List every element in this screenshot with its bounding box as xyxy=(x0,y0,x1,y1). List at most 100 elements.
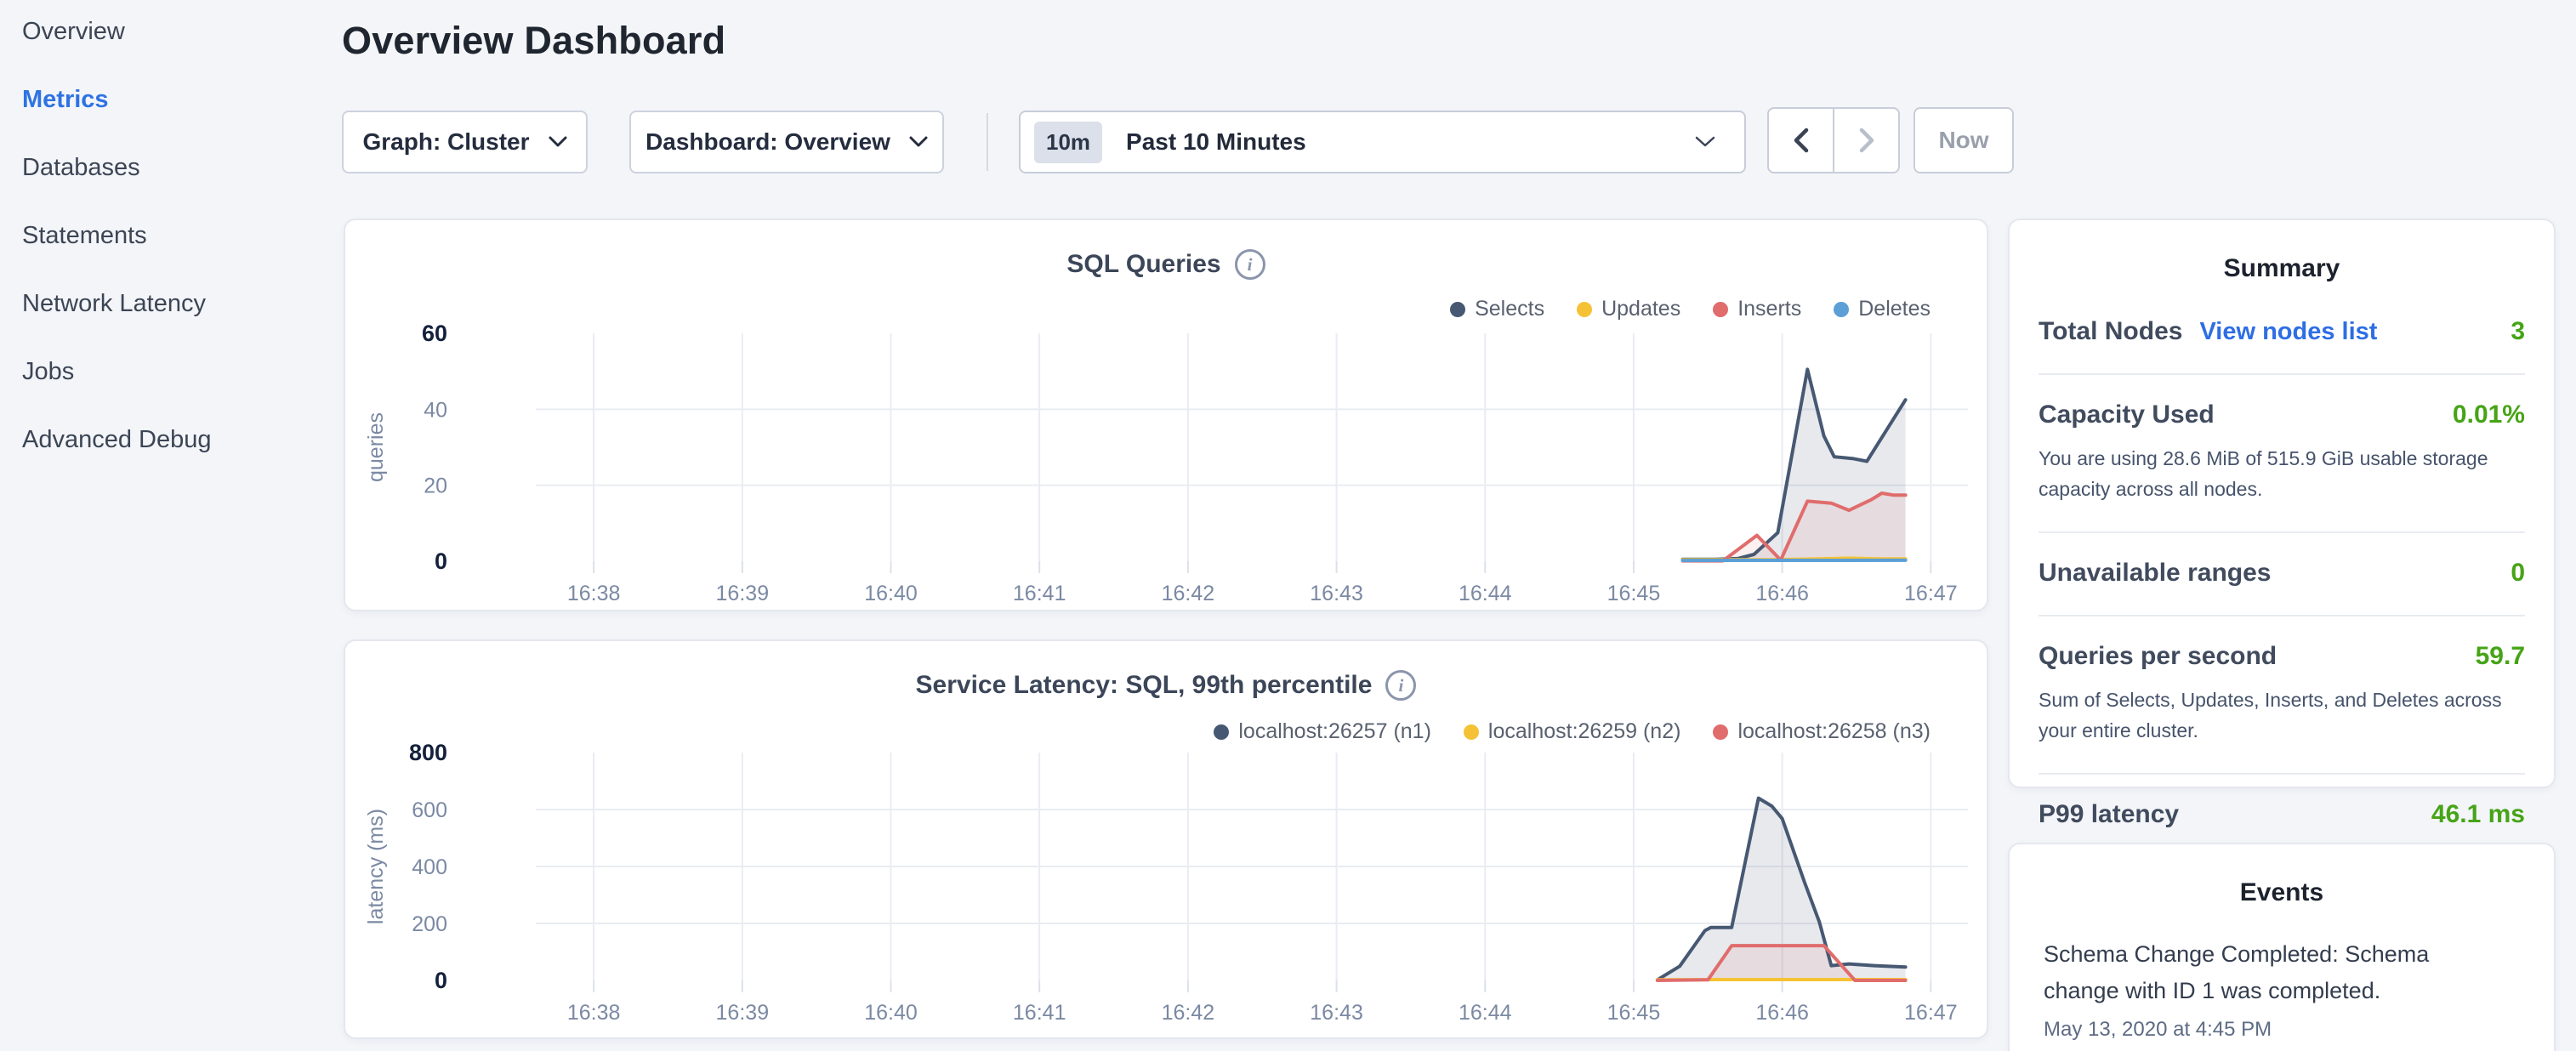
svg-text:40: 40 xyxy=(424,398,447,422)
svg-text:800: 800 xyxy=(409,740,447,765)
chevron-left-icon xyxy=(1794,128,1809,153)
svg-text:16:40: 16:40 xyxy=(864,1001,918,1025)
svg-text:16:47: 16:47 xyxy=(1904,582,1958,605)
time-prev-button[interactable] xyxy=(1769,109,1834,172)
svg-text:16:40: 16:40 xyxy=(864,582,918,605)
summary-label: Capacity Used xyxy=(2039,401,2215,429)
summary-row-capacity-used: Capacity Used 0.01% You are using 28.6 M… xyxy=(2039,375,2525,533)
svg-text:16:43: 16:43 xyxy=(1310,1001,1363,1025)
legend-label: localhost:26259 (n2) xyxy=(1488,719,1681,744)
chart-legend: Selects Updates Inserts Deletes xyxy=(1450,297,1931,321)
legend-label: localhost:26257 (n1) xyxy=(1238,719,1431,744)
view-nodes-list-link[interactable]: View nodes list xyxy=(2199,318,2377,346)
legend-label: Deletes xyxy=(1858,297,1931,321)
legend-item[interactable]: Updates xyxy=(1577,297,1680,321)
svg-text:16:42: 16:42 xyxy=(1162,1001,1215,1025)
events-title: Events xyxy=(2010,844,2554,907)
info-icon[interactable]: i xyxy=(1385,670,1416,701)
graph-dropdown-label: Graph: Cluster xyxy=(362,128,529,156)
summary-description: You are using 28.6 MiB of 515.9 GiB usab… xyxy=(2039,443,2525,504)
legend-item[interactable]: Deletes xyxy=(1834,297,1931,321)
svg-text:400: 400 xyxy=(412,855,447,879)
sidebar-item-overview[interactable]: Overview xyxy=(0,0,344,65)
summary-label: Total Nodes xyxy=(2039,317,2182,346)
legend-dot xyxy=(1713,724,1728,740)
time-range-badge: 10m xyxy=(1034,122,1102,163)
svg-text:queries: queries xyxy=(364,412,388,482)
legend-item[interactable]: localhost:26257 (n1) xyxy=(1214,719,1431,744)
svg-text:16:38: 16:38 xyxy=(567,582,621,605)
page-title: Overview Dashboard xyxy=(342,19,725,63)
chart-legend: localhost:26257 (n1) localhost:26259 (n2)… xyxy=(1214,719,1931,744)
sidebar: OverviewMetricsDatabasesStatementsNetwor… xyxy=(0,0,344,474)
time-range-dropdown[interactable]: 10m Past 10 Minutes xyxy=(1019,111,1746,173)
sidebar-item-metrics[interactable]: Metrics xyxy=(0,65,344,134)
sidebar-item-jobs[interactable]: Jobs xyxy=(0,338,344,406)
summary-row-queries-per-second: Queries per second 59.7 Sum of Selects, … xyxy=(2039,616,2525,775)
summary-row-total-nodes: Total Nodes View nodes list 3 xyxy=(2039,292,2525,375)
svg-text:16:44: 16:44 xyxy=(1459,582,1512,605)
legend-label: Updates xyxy=(1601,297,1680,321)
summary-value: 0 xyxy=(2511,559,2525,588)
summary-value: 46.1 ms xyxy=(2431,800,2525,829)
sidebar-item-statements[interactable]: Statements xyxy=(0,202,344,270)
sidebar-item-databases[interactable]: Databases xyxy=(0,134,344,202)
svg-text:16:38: 16:38 xyxy=(567,1001,621,1025)
chevron-down-icon xyxy=(1695,136,1715,148)
summary-panel: Summary Total Nodes View nodes list 3 Ca… xyxy=(2008,219,2556,788)
svg-text:16:41: 16:41 xyxy=(1013,1001,1066,1025)
event-item[interactable]: Schema Change Completed: Schema change w… xyxy=(2010,907,2554,1042)
svg-text:0: 0 xyxy=(435,548,447,574)
legend-item[interactable]: localhost:26258 (n3) xyxy=(1713,719,1931,744)
legend-item[interactable]: Inserts xyxy=(1713,297,1801,321)
legend-dot xyxy=(1713,302,1728,317)
event-text: Schema Change Completed: Schema change w… xyxy=(2044,936,2469,1009)
controls-divider xyxy=(987,113,988,171)
legend-item[interactable]: Selects xyxy=(1450,297,1544,321)
time-nav-group xyxy=(1767,107,1900,173)
svg-text:60: 60 xyxy=(422,321,447,346)
legend-dot xyxy=(1214,724,1229,740)
svg-text:16:39: 16:39 xyxy=(716,1001,770,1025)
svg-text:latency (ms): latency (ms) xyxy=(364,809,388,924)
svg-text:16:42: 16:42 xyxy=(1162,582,1215,605)
svg-text:200: 200 xyxy=(412,912,447,936)
time-next-button[interactable] xyxy=(1834,109,1898,172)
chevron-right-icon xyxy=(1859,128,1874,153)
svg-text:16:44: 16:44 xyxy=(1459,1001,1512,1025)
legend-dot xyxy=(1450,302,1465,317)
now-button[interactable]: Now xyxy=(1914,107,2014,173)
chevron-down-icon xyxy=(549,136,567,148)
svg-text:16:45: 16:45 xyxy=(1607,582,1661,605)
svg-text:16:46: 16:46 xyxy=(1755,582,1809,605)
summary-description: Sum of Selects, Updates, Inserts, and De… xyxy=(2039,685,2525,746)
legend-dot xyxy=(1834,302,1849,317)
sidebar-item-network-latency[interactable]: Network Latency xyxy=(0,270,344,338)
svg-text:16:39: 16:39 xyxy=(716,582,770,605)
legend-dot xyxy=(1577,302,1592,317)
sidebar-list: OverviewMetricsDatabasesStatementsNetwor… xyxy=(0,0,344,474)
summary-value: 3 xyxy=(2511,317,2525,346)
chevron-down-icon xyxy=(909,136,928,148)
legend-item[interactable]: localhost:26259 (n2) xyxy=(1464,719,1681,744)
svg-text:16:43: 16:43 xyxy=(1310,582,1363,605)
legend-label: Selects xyxy=(1475,297,1544,321)
service-latency-chart: 16:38 16:39 16:40 16:41 16:42 16:43 16:44 16:45… xyxy=(345,641,1990,1041)
chart-title: SQL Queries xyxy=(1066,250,1220,279)
summary-value: 59.7 xyxy=(2476,642,2525,671)
summary-label: P99 latency xyxy=(2039,800,2179,829)
summary-label: Queries per second xyxy=(2039,642,2277,671)
graph-dropdown[interactable]: Graph: Cluster xyxy=(342,111,588,173)
summary-title: Summary xyxy=(2010,220,2554,283)
svg-text:16:46: 16:46 xyxy=(1755,1001,1809,1025)
info-icon[interactable]: i xyxy=(1235,249,1265,280)
sidebar-item-advanced-debug[interactable]: Advanced Debug xyxy=(0,406,344,474)
dashboard-dropdown[interactable]: Dashboard: Overview xyxy=(629,111,944,173)
svg-text:16:47: 16:47 xyxy=(1904,1001,1958,1025)
summary-label: Unavailable ranges xyxy=(2039,559,2271,588)
legend-dot xyxy=(1464,724,1479,740)
svg-text:16:45: 16:45 xyxy=(1607,1001,1661,1025)
dashboard-dropdown-label: Dashboard: Overview xyxy=(645,128,890,156)
events-panel: Events Schema Change Completed: Schema c… xyxy=(2008,843,2556,1051)
svg-text:0: 0 xyxy=(435,968,447,993)
